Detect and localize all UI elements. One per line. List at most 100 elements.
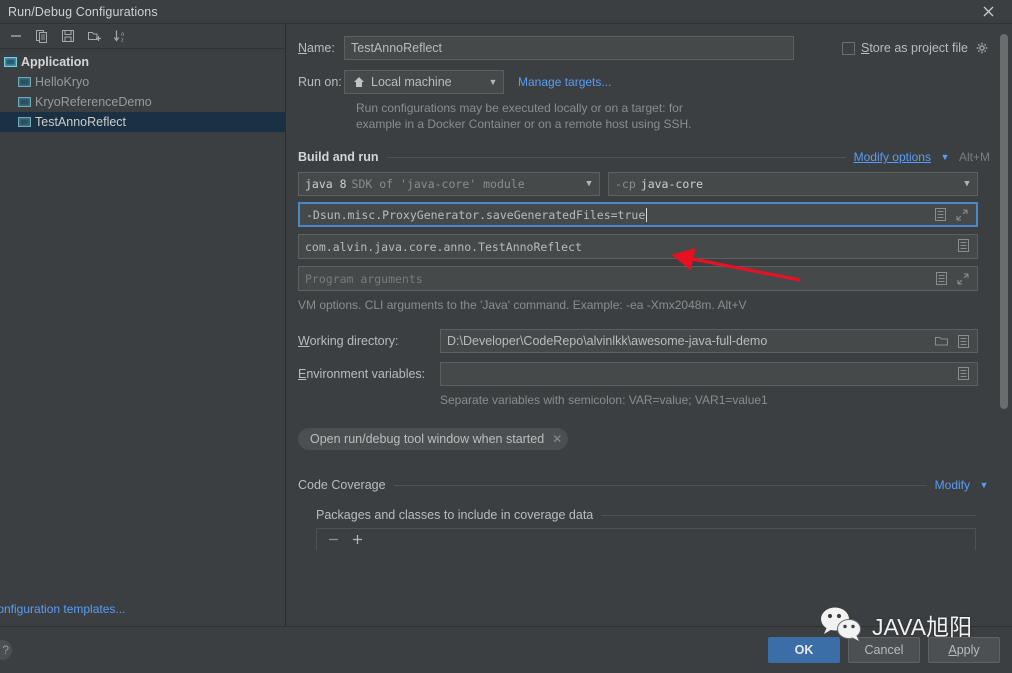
name-label: Name: (298, 41, 344, 55)
vm-options-hint: VM options. CLI arguments to the 'Java' … (298, 297, 990, 313)
new-folder-button[interactable] (82, 25, 106, 47)
program-arguments-actions (933, 271, 971, 287)
main-class-value: com.alvin.java.core.anno.TestAnnoReflect (305, 240, 582, 254)
working-directory-input[interactable]: D:\Developer\CodeRepo\alvinlkk\awesome-j… (440, 329, 978, 353)
list-icon[interactable] (955, 333, 971, 349)
configurations-tree: Application HelloKryo (0, 49, 285, 596)
chevron-down-icon[interactable]: ▼ (939, 153, 951, 162)
dialog-titlebar: Run/Debug Configurations (0, 0, 1012, 23)
code-coverage-modify-link[interactable]: Modify (935, 478, 970, 492)
sidebar-toolbar: a z (0, 24, 285, 49)
dialog-title: Run/Debug Configurations (8, 5, 158, 19)
close-icon[interactable] (968, 0, 1008, 23)
open-run-debug-tool-window-chip[interactable]: Open run/debug tool window when started … (298, 428, 568, 450)
coverage-packages-title: Packages and classes to include in cover… (316, 508, 593, 522)
chip-label: Open run/debug tool window when started (310, 432, 544, 446)
vm-options-value: -Dsun.misc.ProxyGenerator.saveGeneratedF… (306, 208, 645, 222)
gear-icon[interactable] (974, 40, 990, 56)
add-package-button[interactable] (349, 532, 365, 548)
run-debug-configurations-dialog: Run/Debug Configurations (0, 0, 1012, 673)
vm-options-input[interactable]: -Dsun.misc.ProxyGenerator.saveGeneratedF… (298, 202, 978, 227)
folder-plus-icon (87, 29, 102, 43)
classpath-prefix: -cp (615, 177, 636, 191)
application-glyph (4, 57, 17, 68)
ok-button[interactable]: OK (768, 637, 840, 663)
tree-group-application[interactable]: Application (0, 52, 285, 72)
application-icon (4, 57, 17, 68)
working-directory-label: Working directory: (298, 334, 440, 348)
application-icon (18, 97, 31, 108)
modify-options-link[interactable]: Modify options (854, 150, 931, 164)
text-cursor (646, 208, 647, 222)
classpath-value: java-core (641, 177, 703, 191)
chevron-down-icon[interactable]: ▼ (978, 481, 990, 490)
list-glyph (958, 335, 969, 348)
editor-vertical-scrollbar[interactable] (1000, 34, 1008, 409)
list-glyph (958, 367, 969, 380)
sort-configurations-button[interactable]: a z (108, 25, 132, 47)
environment-variables-input[interactable] (440, 362, 978, 386)
environment-variables-hint: Separate variables with semicolon: VAR=v… (440, 392, 990, 408)
store-as-project-file-checkbox[interactable] (842, 42, 855, 55)
folder-icon[interactable] (933, 333, 949, 349)
options-chip-row: Open run/debug tool window when started … (298, 428, 990, 450)
working-directory-actions (933, 333, 971, 349)
minus-icon (9, 29, 23, 43)
run-on-hint-line2: example in a Docker Container or on a re… (356, 116, 990, 132)
main-class-actions (955, 238, 971, 256)
list-icon[interactable] (933, 271, 949, 287)
sidebar-item-label: HelloKryo (35, 75, 89, 89)
cancel-button[interactable]: Cancel (848, 637, 920, 663)
apply-button[interactable]: Apply (928, 637, 1000, 663)
edit-configuration-templates-link[interactable]: it configuration templates... (0, 602, 125, 616)
run-on-select[interactable]: Local machine ▼ (344, 70, 504, 94)
manage-targets-link[interactable]: Manage targets... (518, 75, 611, 89)
vm-options-actions (932, 207, 970, 223)
sidebar-item-kryoreferencedemo[interactable]: KryoReferenceDemo (0, 92, 285, 112)
remove-package-button[interactable] (325, 532, 341, 548)
store-as-project-file-row[interactable]: Store as project file (842, 40, 990, 56)
environment-variables-label: Environment variables: (298, 367, 440, 381)
save-configuration-button[interactable] (56, 25, 80, 47)
jre-value-bold: java 8 (305, 177, 347, 191)
name-input[interactable]: TestAnnoReflect (344, 36, 794, 60)
expand-icon[interactable] (954, 207, 970, 223)
jre-select[interactable]: java 8 SDK of 'java-core' module ▼ (298, 172, 600, 196)
working-directory-row: Working directory: D:\Developer\CodeRepo… (298, 329, 990, 353)
configurations-sidebar: a z Application (0, 24, 286, 626)
remove-configuration-button[interactable] (4, 25, 28, 47)
copy-configuration-button[interactable] (30, 25, 54, 47)
home-icon (351, 74, 367, 90)
dialog-action-buttons: OK Cancel Apply (768, 637, 1012, 663)
jre-value-rest: SDK of 'java-core' module (352, 177, 525, 191)
list-icon[interactable] (955, 238, 971, 254)
close-small-icon[interactable]: ✕ (552, 432, 562, 446)
main-class-input[interactable]: com.alvin.java.core.anno.TestAnnoReflect (298, 234, 978, 259)
application-glyph (18, 117, 31, 128)
tree-group-label: Application (21, 55, 89, 69)
list-glyph (936, 272, 947, 285)
program-arguments-input[interactable]: Program arguments (298, 266, 978, 291)
modify-options-shortcut: Alt+M (959, 150, 990, 164)
list-icon[interactable] (932, 207, 948, 223)
sidebar-item-testannoreflect[interactable]: TestAnnoReflect (0, 112, 285, 132)
help-icon[interactable]: ? (0, 640, 12, 660)
chevron-down-icon: ▼ (961, 180, 973, 189)
coverage-packages-header: Packages and classes to include in cover… (316, 508, 976, 522)
classpath-select[interactable]: -cp java-core ▼ (608, 172, 978, 196)
sidebar-item-hellokryo[interactable]: HelloKryo (0, 72, 285, 92)
dialog-footer: ? OK Cancel Apply (0, 626, 1012, 673)
environment-variables-actions (955, 365, 971, 383)
save-icon (61, 29, 75, 43)
expand-icon[interactable] (955, 271, 971, 287)
sort-az-icon: a z (113, 29, 128, 43)
gear-glyph (976, 42, 989, 55)
home-glyph (353, 76, 365, 88)
run-on-label: Run on: (298, 75, 344, 89)
build-and-run-title: Build and run (298, 150, 379, 164)
list-glyph (935, 208, 946, 221)
configuration-editor-panel: Name: TestAnnoReflect Store as project f… (286, 24, 1012, 626)
working-directory-value: D:\Developer\CodeRepo\alvinlkk\awesome-j… (447, 334, 767, 348)
list-icon[interactable] (955, 365, 971, 381)
application-glyph (18, 97, 31, 108)
